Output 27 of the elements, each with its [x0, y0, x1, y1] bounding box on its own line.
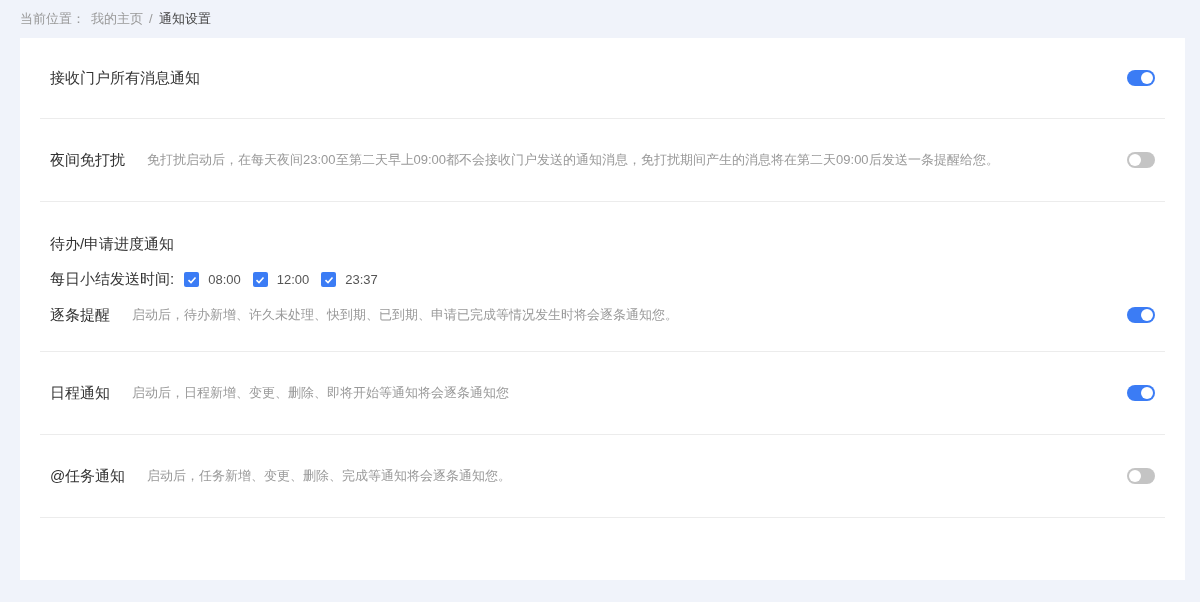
setting-description: 启动后，任务新增、变更、删除、完成等通知将会逐条通知您。 [147, 467, 512, 486]
breadcrumb-link[interactable]: 我的主页 [91, 9, 143, 29]
time-option-label: 12:00 [276, 270, 310, 289]
setting-label: 逐条提醒 [50, 304, 110, 325]
breadcrumb-separator: / [149, 10, 153, 29]
summary-label: 每日小结发送时间: [50, 269, 175, 290]
checkmark-icon [186, 274, 197, 285]
checkmark-icon [323, 274, 334, 285]
setting-label: 日程通知 [50, 382, 110, 403]
checkmark-icon [255, 274, 266, 285]
time-option-label: 08:00 [208, 270, 241, 289]
breadcrumb-label: 当前位置： [20, 10, 85, 29]
setting-description: 启动后，待办新增、许久未处理、快到期、已到期、申请已完成等情况发生时将会逐条通知您。 [132, 306, 678, 325]
toggle-switch[interactable] [1127, 152, 1155, 168]
toggle-switch[interactable] [1127, 307, 1155, 323]
setting-label: @任务通知 [50, 465, 126, 486]
time-option-label: 23:37 [345, 270, 378, 289]
group-title: 待办/申请进度通知 [50, 233, 176, 254]
setting-label: 夜间免打扰 [50, 149, 125, 170]
checkbox[interactable] [252, 272, 268, 287]
toggle-switch[interactable] [1127, 385, 1155, 401]
checkbox[interactable] [321, 272, 337, 287]
setting-label: 接收门户所有消息通知 [50, 67, 200, 88]
checkbox[interactable] [184, 272, 200, 287]
setting-description: 启动后，日程新增、变更、删除、即将开始等通知将会逐条通知您 [132, 384, 509, 403]
toggle-switch[interactable] [1127, 468, 1155, 484]
toggle-switch[interactable] [1127, 70, 1155, 86]
